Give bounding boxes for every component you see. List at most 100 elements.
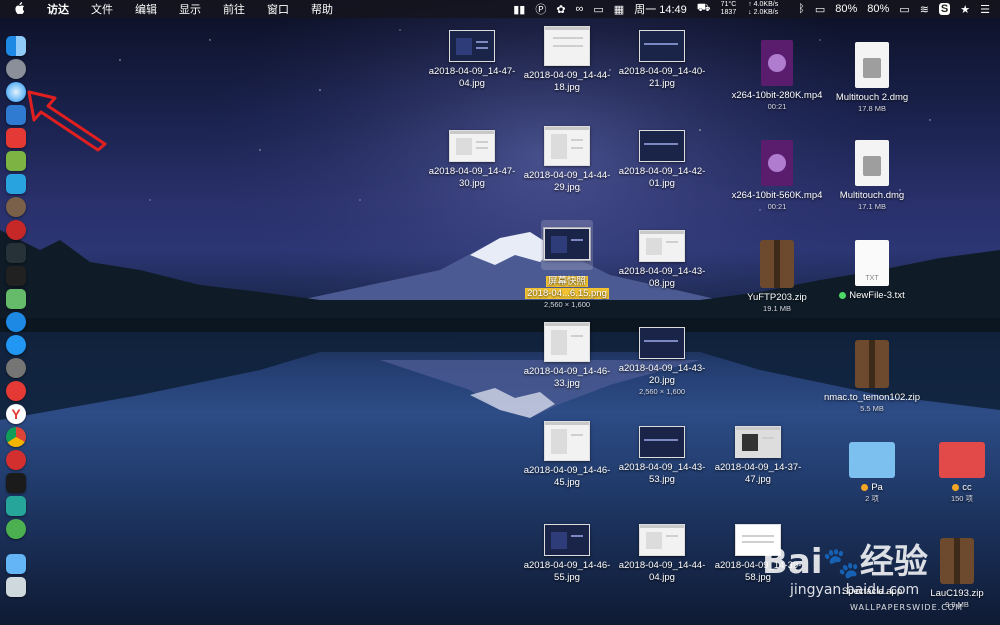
wechat-status-icon[interactable]: ✿ [556, 3, 565, 16]
battery2-icon[interactable]: ▭ [899, 3, 909, 16]
text-file-icon: TXT [855, 240, 889, 286]
appstore-icon[interactable] [6, 335, 26, 355]
wifi-icon[interactable]: ≋ [920, 3, 929, 16]
desktop-image-file[interactable]: a2018-04-09_14-46-55.jpg [517, 524, 617, 584]
trash-icon[interactable] [6, 577, 26, 597]
istat-icon[interactable]: ⛟ [697, 2, 711, 16]
image-thumbnail [544, 524, 590, 556]
menu-finder[interactable]: 访达 [47, 1, 69, 17]
file-duration: 00:21 [767, 102, 787, 111]
weibo-icon[interactable] [6, 381, 26, 401]
notification-star-icon[interactable]: ★ [960, 3, 970, 16]
menu-window[interactable]: 窗口 [267, 1, 289, 17]
preview-icon[interactable] [6, 105, 26, 125]
desktop-txt-file[interactable]: TXT NewFile-3.txt [822, 240, 922, 302]
display-icon[interactable]: ▭ [593, 3, 603, 16]
image-thumbnail [544, 322, 590, 362]
file-name: a2018-04-09_14-46-33.jpg [523, 366, 611, 389]
orange-tag-dot [952, 483, 960, 491]
file-name: a2018-04-09_14-46-45.jpg [523, 465, 611, 488]
file-name: Multitouch 2.dmg [835, 92, 909, 103]
desktop-image-file[interactable]: a2018-04-09_14-44-18.jpg [517, 26, 617, 94]
desktop-video-file[interactable]: x264-10bit-280K.mp4 00:21 [727, 40, 827, 112]
menu-file[interactable]: 文件 [91, 1, 113, 17]
desktop-image-file[interactable]: a2018-04-09_14-43-53.jpg [612, 426, 712, 486]
file-name-line1: 屏幕快照 [545, 276, 588, 287]
bluetooth-icon[interactable]: ᛒ [798, 3, 805, 15]
vivaldi-icon[interactable] [6, 450, 26, 470]
desktop-image-file[interactable]: a2018-04-09_14-42-01.jpg [612, 130, 712, 190]
net-up: ↑ 4.0KB/s [748, 1, 779, 8]
safari-icon[interactable] [6, 82, 26, 102]
desktop-image-file[interactable]: a2018-04-09_14-37-47.jpg [708, 426, 808, 486]
desktop-video-file[interactable]: x264-10bit-560K.mp4 00:21 [727, 140, 827, 212]
desktop-image-file[interactable]: a2018-04-09_14-43-20.jpg 2,560 × 1,600 [612, 327, 712, 397]
orange-tag-dot [861, 483, 869, 491]
desktop-dmg-file[interactable]: Multitouch 2.dmg 17.8 MB [822, 42, 922, 114]
folder-icon[interactable] [6, 554, 26, 574]
desktop-image-file[interactable]: a2018-04-09_14-47-04.jpg [422, 30, 522, 90]
play-icon [768, 54, 786, 72]
sync-icon[interactable] [6, 496, 26, 516]
folder-name: Pa [822, 482, 922, 494]
baidu-jingyan-text: 经验 [859, 542, 928, 582]
desktop-image-file[interactable]: a2018-04-09_14-46-45.jpg [517, 421, 617, 489]
status-bear-icon[interactable]: ▮▮ [513, 3, 525, 16]
grid-icon[interactable]: ▦ [614, 3, 624, 16]
battery2-text[interactable]: 80% [867, 3, 889, 15]
desktop-image-file[interactable]: a2018-04-09_14-46-33.jpg [517, 322, 617, 390]
desktop-folder[interactable]: cc 150 项 [917, 442, 1000, 504]
image-thumbnail [543, 227, 591, 261]
file-name: a2018-04-09_14-47-30.jpg [428, 166, 516, 189]
wechat-icon[interactable] [6, 519, 26, 539]
menu-go[interactable]: 前往 [223, 1, 245, 17]
chrome-icon[interactable] [6, 427, 26, 447]
desktop-zip-file[interactable]: YuFTP203.zip 19.1 MB [727, 240, 827, 314]
wallpaper-watermark: WALLPAPERSWIDE.COM [850, 603, 963, 612]
activity-icon[interactable] [6, 243, 26, 263]
file-dimensions: 2,560 × 1,600 [638, 387, 686, 396]
glasses-icon[interactable]: ∞ [576, 3, 584, 15]
desktop-image-file[interactable]: a2018-04-09_14-44-29.jpg [517, 126, 617, 194]
netease-icon[interactable] [6, 220, 26, 240]
istat-readout[interactable]: 71°C ↑ 4.0KB/s 1837 ↓ 2.0KB/s [721, 1, 789, 17]
desktop-dmg-file[interactable]: Multitouch.dmg 17.1 MB [822, 140, 922, 212]
file-type-text: TXT [865, 275, 879, 282]
desktop-image-file[interactable]: a2018-04-09_14-40-21.jpg [612, 30, 712, 90]
s-app-icon[interactable]: S [938, 3, 951, 15]
desktop-zip-file[interactable]: LauC193.zip 9.9 MB [917, 538, 997, 610]
file-size: 17.8 MB [858, 104, 886, 113]
launchpad-icon[interactable] [6, 59, 26, 79]
battery1-text[interactable]: 80% [835, 3, 857, 15]
yandex-icon[interactable]: Y [6, 404, 26, 424]
desktop-image-file[interactable]: a2018-04-09_14-43-08.jpg [612, 230, 712, 290]
photo-icon[interactable] [6, 197, 26, 217]
menu-list-icon[interactable]: ☰ [980, 3, 990, 16]
terminal-icon[interactable] [6, 266, 26, 286]
desktop-zip-file[interactable]: nmac.to_temon102.zip 5.5 MB [822, 340, 922, 414]
apple-menu-icon[interactable] [14, 1, 25, 17]
image-thumbnail [544, 26, 590, 66]
menu-view[interactable]: 显示 [179, 1, 201, 17]
system-prefs-icon[interactable] [6, 358, 26, 378]
desktop-image-file[interactable]: a2018-04-09_14-47-30.jpg [422, 130, 522, 190]
battery1-icon[interactable]: ▭ [815, 3, 825, 16]
maps-icon[interactable] [6, 289, 26, 309]
desktop-image-file-selected[interactable]: 屏幕快照 2018-04...6.15.png 2,560 × 1,600 [517, 220, 617, 310]
migration-icon[interactable] [6, 174, 26, 194]
file-duration: 00:21 [767, 202, 787, 211]
terminal2-icon[interactable] [6, 473, 26, 493]
archive-icon [940, 538, 974, 584]
menu-edit[interactable]: 编辑 [135, 1, 157, 17]
clock-text[interactable]: 周一 14:49 [634, 1, 687, 17]
status-p-icon[interactable]: Ⓟ [535, 1, 546, 17]
image-thumbnail [639, 230, 685, 262]
siri-icon[interactable] [6, 312, 26, 332]
app-icon[interactable] [6, 128, 26, 148]
android-icon[interactable] [6, 151, 26, 171]
desktop-folder[interactable]: Pa 2 项 [822, 442, 922, 504]
image-thumbnail [639, 130, 685, 162]
menu-help[interactable]: 帮助 [311, 1, 333, 17]
finder-icon[interactable] [6, 36, 26, 56]
desktop-image-file[interactable]: a2018-04-09_14-44-04.jpg [612, 524, 712, 584]
